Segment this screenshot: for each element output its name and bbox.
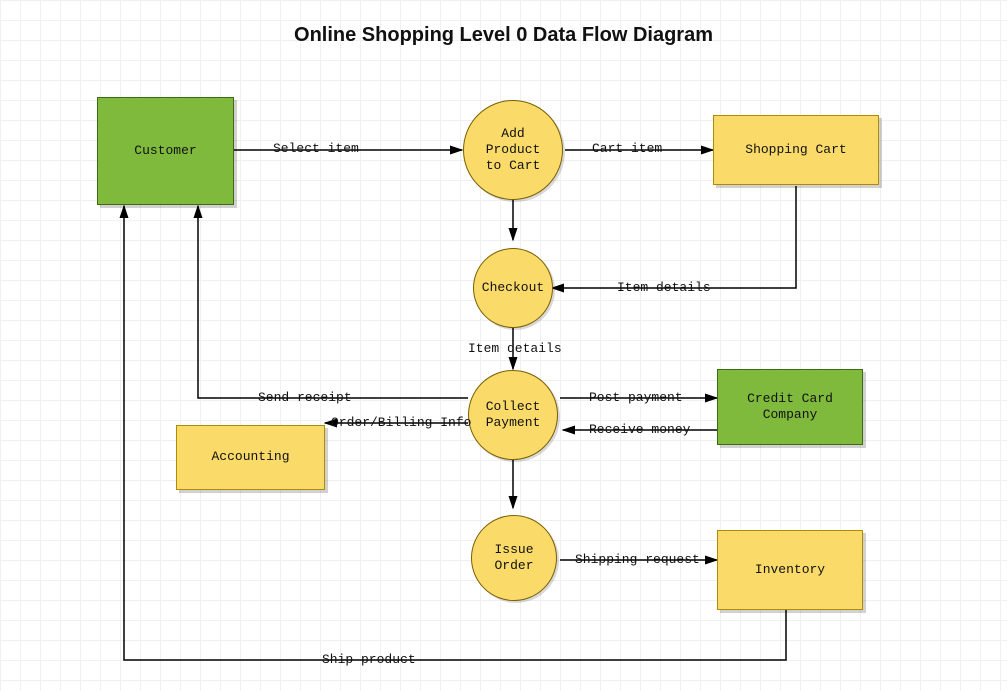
- process-add-product-to-cart: Add Product to Cart: [463, 100, 563, 200]
- entity-customer: Customer: [97, 97, 234, 205]
- datastore-shopping-cart: Shopping Cart: [713, 115, 879, 185]
- process-checkout: Checkout: [473, 248, 553, 328]
- process-issue-order: Issue Order: [471, 515, 557, 601]
- diagram-title: Online Shopping Level 0 Data Flow Diagra…: [0, 24, 1007, 47]
- datastore-inventory: Inventory: [717, 530, 863, 610]
- process-collect-payment: Collect Payment: [468, 370, 558, 460]
- entity-credit-card-company: Credit Card Company: [717, 369, 863, 445]
- entity-accounting: Accounting: [176, 425, 325, 490]
